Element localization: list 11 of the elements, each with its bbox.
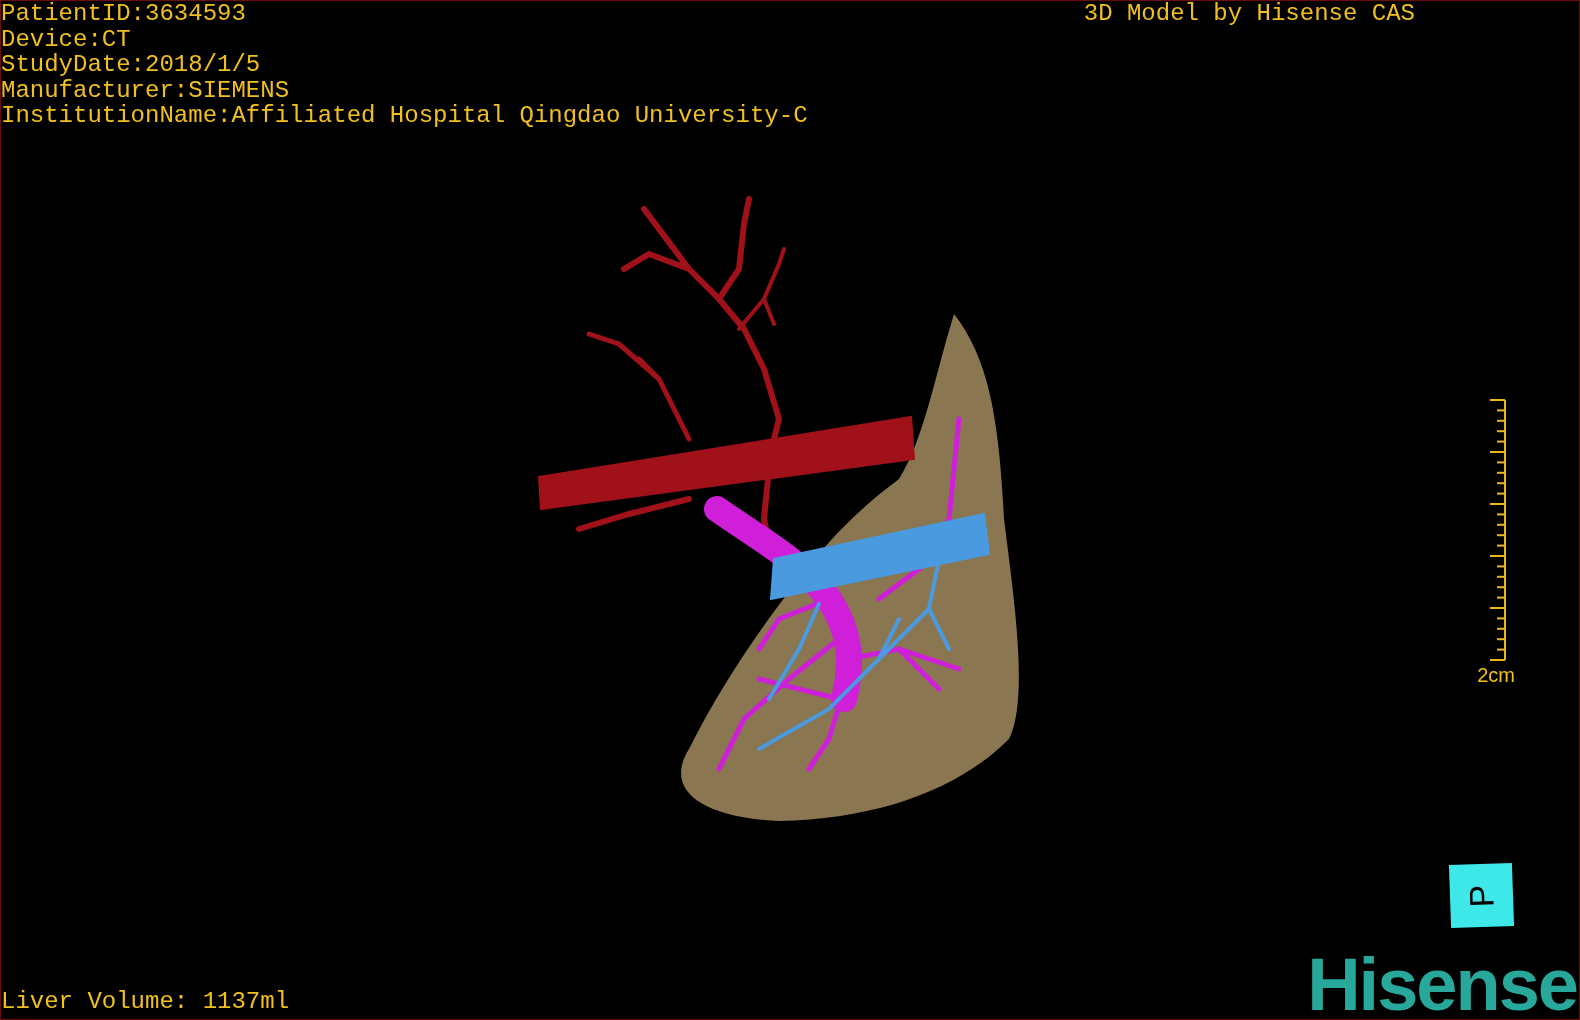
brand-logo: Hisense	[1307, 953, 1577, 1017]
patient-info-line: Manufacturer:SIEMENS	[1, 77, 291, 103]
scale-label: 2cm	[1477, 664, 1515, 685]
liver-volume-readout: Liver Volume: 1137ml	[1, 989, 290, 1015]
patient-info-line: Device:CT	[1, 26, 132, 52]
orientation-cube: P	[1448, 862, 1515, 929]
scale-bar-icon	[1489, 398, 1507, 661]
model-credit: 3D Model by Hisense CAS	[1083, 1, 1415, 27]
patient-info-line: StudyDate:2018/1/5	[1, 52, 262, 78]
patient-info-line: InstitutionName:Affiliated Hospital Qingdao University-C	[1, 103, 808, 129]
patient-info-line: PatientID:3634593	[1, 1, 247, 27]
